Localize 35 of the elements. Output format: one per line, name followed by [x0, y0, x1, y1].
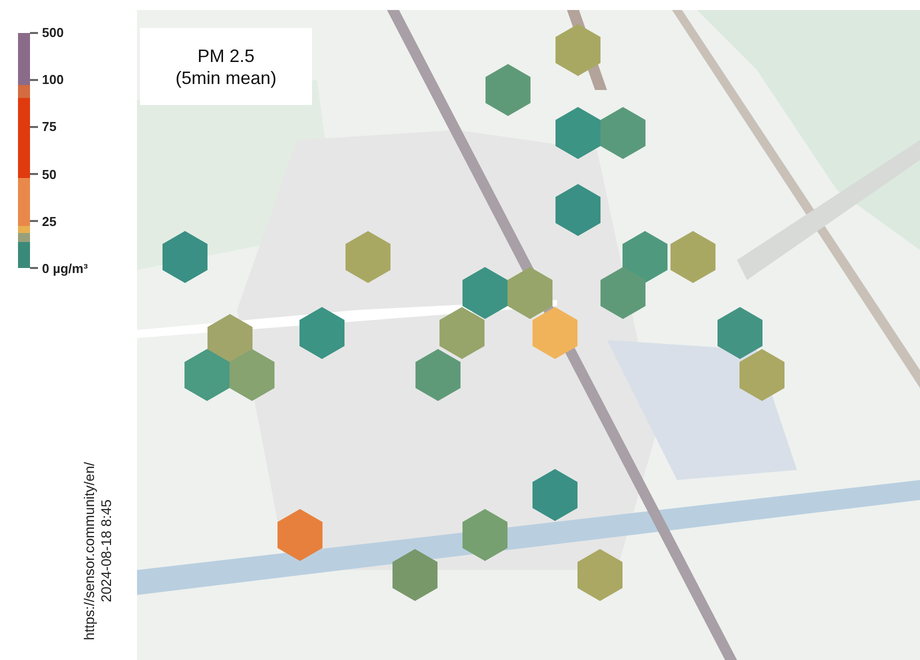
hexagon-marker[interactable] [740, 349, 784, 401]
source-url: https://sensor.community/en/ [81, 462, 98, 640]
hexagon-marker[interactable] [532, 469, 578, 521]
scale-label: 25 [42, 214, 56, 229]
hexagon-marker[interactable] [278, 509, 322, 561]
hexagon-marker[interactable] [578, 549, 622, 601]
hexagon-marker[interactable] [440, 307, 484, 359]
hexagon-marker[interactable] [162, 231, 208, 283]
hexagon-marker[interactable] [600, 267, 646, 319]
timestamp: 2024-08-18 8:45 [98, 500, 115, 602]
hexagon-marker[interactable] [532, 307, 578, 359]
hexagon-marker[interactable] [556, 24, 600, 76]
hexagon-marker[interactable] [462, 267, 508, 319]
hexagon-marker[interactable] [508, 267, 552, 319]
scale-label: 75 [42, 119, 56, 134]
hexagon-marker[interactable] [670, 231, 716, 283]
hexagon-marker[interactable] [486, 64, 530, 116]
period-subtitle: (5min mean) [175, 66, 277, 88]
scale-label: 500 [42, 25, 64, 40]
hexagon-marker[interactable] [230, 349, 274, 401]
scale-label: 0 µg/m³ [42, 260, 88, 276]
metric-title: PM 2.5 [197, 44, 255, 66]
hexagon-marker[interactable] [346, 231, 390, 283]
hexagon-marker[interactable] [556, 184, 600, 236]
hexagon-marker[interactable] [600, 107, 646, 159]
hexagon-marker[interactable] [622, 231, 668, 283]
scale-label: 100 [42, 72, 64, 88]
hexagon-marker[interactable] [462, 509, 508, 561]
hexagon-marker[interactable] [300, 307, 344, 359]
hexagon-marker[interactable] [718, 307, 762, 359]
scale-label: 50 [42, 166, 56, 182]
hexagon-marker[interactable] [556, 107, 600, 159]
hexagon-marker[interactable] [416, 349, 460, 401]
hexagon-marker[interactable] [184, 349, 230, 401]
hexagon-marker[interactable] [392, 549, 438, 601]
